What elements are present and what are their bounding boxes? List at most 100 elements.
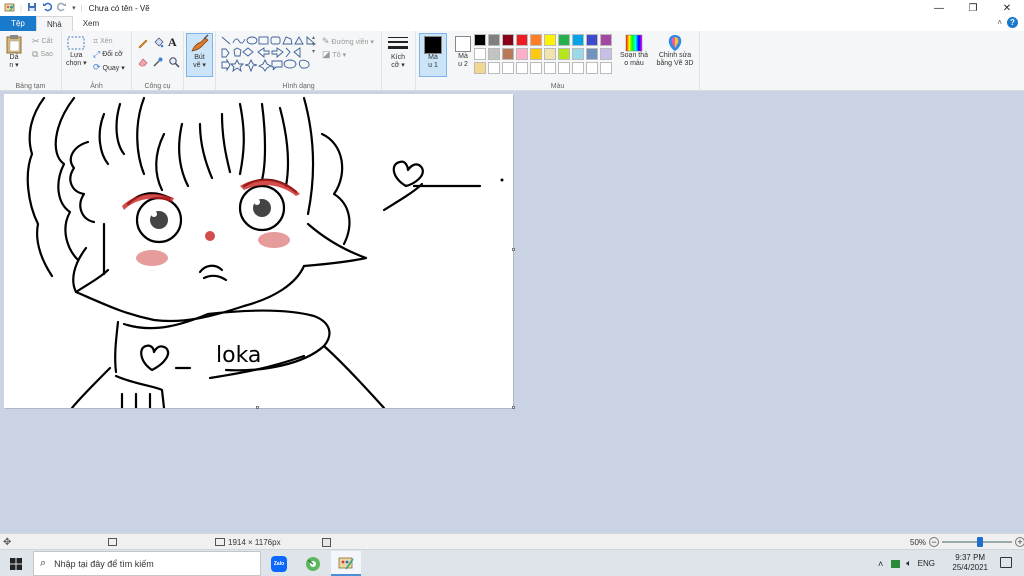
fill-bucket-icon[interactable] [152, 37, 164, 51]
eraser-icon[interactable] [137, 56, 149, 70]
color-swatch[interactable] [488, 34, 500, 46]
fill-label: Tô ▾ [332, 51, 347, 59]
color-swatch[interactable] [516, 48, 528, 60]
color-swatch[interactable] [474, 34, 486, 46]
paint3d-icon [668, 35, 682, 51]
color-swatch[interactable] [544, 34, 556, 46]
paint3d-button[interactable]: Chỉnh sửa bằng Vẽ 3D [652, 34, 698, 68]
color-swatch[interactable] [488, 48, 500, 60]
tab-home[interactable]: Nhà [36, 16, 73, 31]
drawing-canvas[interactable]: loka [4, 94, 513, 408]
color-swatch[interactable] [586, 62, 598, 74]
save-icon[interactable] [27, 2, 37, 14]
color-swatch[interactable] [572, 62, 584, 74]
color-swatch[interactable] [530, 34, 542, 46]
close-button[interactable]: ✕ [990, 0, 1024, 16]
zoom-slider[interactable] [942, 537, 1013, 547]
tab-file[interactable]: Tệp [0, 16, 36, 31]
file-size [322, 534, 331, 550]
color-swatch[interactable] [474, 48, 486, 60]
color-swatch[interactable] [558, 62, 570, 74]
color-picker-icon[interactable] [152, 56, 164, 70]
crop-label: Xén [100, 38, 113, 45]
rainbow-palette-icon [625, 34, 643, 52]
system-tray: ˄ 🔈︎ ENG [878, 550, 935, 576]
color-swatch[interactable] [502, 34, 514, 46]
color-swatch[interactable] [516, 62, 528, 74]
color-swatch[interactable] [600, 34, 612, 46]
taskbar-app-paint[interactable] [331, 551, 361, 576]
help-icon[interactable]: ? [1007, 17, 1018, 28]
color-swatch[interactable] [502, 62, 514, 74]
color2-swatch [455, 36, 471, 52]
paint-app-icon[interactable] [4, 2, 15, 15]
security-icon[interactable] [891, 559, 901, 568]
color2-button[interactable]: Mà u 2 [450, 33, 476, 77]
paste-button[interactable]: Dá n ▾ [5, 34, 23, 70]
edit-colors-button[interactable]: Soạn thả o màu [618, 34, 650, 68]
collapse-ribbon-icon[interactable]: ˄ [997, 18, 1002, 27]
speaker-icon[interactable]: 🔈︎ [906, 558, 911, 569]
color-swatch[interactable] [600, 62, 612, 74]
size-button[interactable]: Kích cỡ ▾ [387, 34, 409, 70]
resize-handle-bottom[interactable] [256, 406, 259, 409]
color1-label-2: u 1 [428, 62, 438, 69]
color-swatch[interactable] [516, 34, 528, 46]
notification-center-button[interactable] [1000, 557, 1012, 568]
outline-label: Đường viền ▾ [331, 38, 374, 46]
tools-group: A Công cụ [132, 31, 184, 91]
magnifier-icon[interactable] [168, 56, 180, 70]
select-button[interactable]: Lựa chọn ▾ [66, 34, 87, 68]
move-cursor-icon: ✥ [3, 536, 12, 548]
resize-button[interactable]: ⤢ Đổi cỡ [93, 49, 123, 60]
tab-view[interactable]: Xem [73, 16, 109, 31]
shapes-scroll-icon[interactable]: ▴ ▾ ▾ [312, 35, 315, 56]
resize-handle-corner[interactable] [512, 406, 515, 409]
color-swatch[interactable] [558, 48, 570, 60]
color1-button[interactable]: Mà u 1 [419, 33, 447, 77]
zoom-slider-thumb[interactable] [977, 537, 984, 547]
text-tool-icon[interactable]: A [168, 35, 177, 50]
resize-handle-right[interactable] [512, 248, 515, 251]
taskbar-search[interactable]: ⌕ Nhập tại đây để tìm kiếm [33, 551, 261, 576]
undo-icon[interactable] [42, 2, 53, 14]
copy-button[interactable]: ⧉ Sao [32, 49, 53, 60]
color-swatch[interactable] [572, 34, 584, 46]
start-button[interactable] [0, 550, 32, 576]
tray-overflow-icon[interactable]: ˄ [878, 559, 883, 569]
color-swatch[interactable] [558, 34, 570, 46]
color-swatch[interactable] [488, 62, 500, 74]
color-swatch[interactable] [474, 62, 486, 74]
color-swatch[interactable] [572, 48, 584, 60]
status-bar: ✥ 1914 × 1176px 50% − + [0, 533, 1024, 549]
minimize-button[interactable]: — [922, 0, 956, 16]
outline-button[interactable]: ✎ Đường viền ▾ [322, 36, 374, 47]
rotate-button[interactable]: ⟳ Quay ▾ [93, 62, 125, 73]
taskbar-app-browser[interactable] [298, 551, 328, 576]
maximize-button[interactable]: ❐ [956, 0, 990, 16]
brushes-button[interactable]: Bút vẽ ▾ [186, 33, 213, 77]
taskbar-app-zalo[interactable]: Zalo [264, 551, 294, 576]
color-swatch[interactable] [530, 48, 542, 60]
color-swatch[interactable] [544, 48, 556, 60]
color-swatch[interactable] [502, 48, 514, 60]
fill-button[interactable]: ◪ Tô ▾ [322, 49, 346, 60]
color-swatch[interactable] [586, 34, 598, 46]
color-swatch[interactable] [586, 48, 598, 60]
color-swatch[interactable] [530, 62, 542, 74]
color-palette [474, 34, 620, 78]
color-swatch[interactable] [544, 62, 556, 74]
quick-access-dropdown[interactable]: ▾ [72, 4, 76, 12]
crop-button[interactable]: ⌗ Xén [93, 36, 113, 47]
zoom-out-icon[interactable]: − [929, 537, 940, 547]
shapes-gallery[interactable] [220, 35, 320, 75]
language-indicator[interactable]: ENG [918, 559, 935, 568]
cut-button[interactable]: ✂ Cắt [32, 36, 52, 47]
color-swatch[interactable] [600, 48, 612, 60]
clipboard-icon [6, 35, 22, 54]
zoom-in-icon[interactable]: + [1015, 537, 1024, 547]
taskbar: ⌕ Nhập tại đây để tìm kiếm Zalo ˄ 🔈︎ ENG… [0, 549, 1024, 576]
taskbar-clock[interactable]: 9:37 PM 25/4/2021 [952, 553, 988, 573]
pencil-icon[interactable] [137, 37, 149, 51]
redo-icon[interactable] [56, 2, 67, 14]
